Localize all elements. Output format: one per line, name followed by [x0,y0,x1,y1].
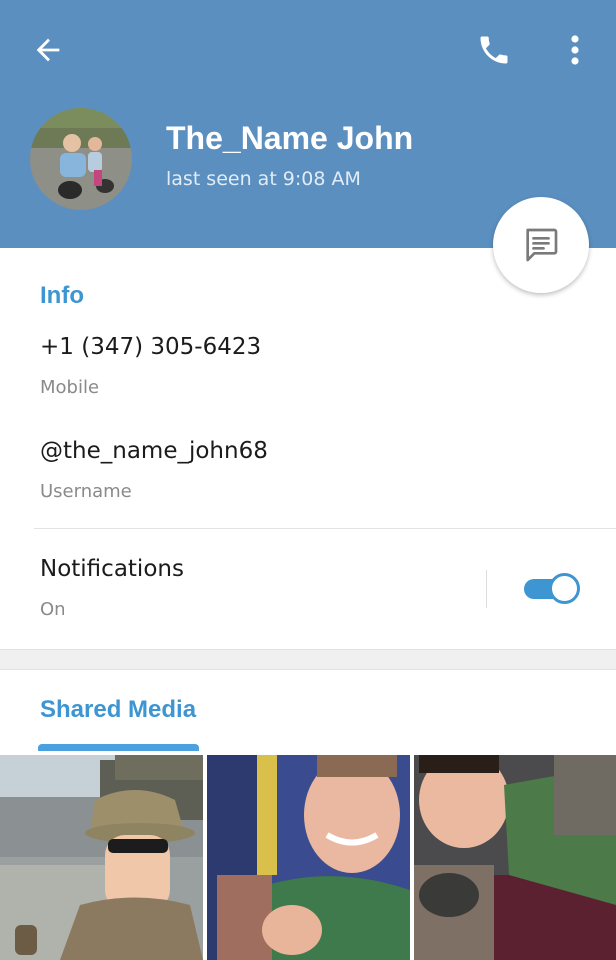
back-button[interactable] [16,26,80,74]
shared-media-grid [0,755,616,960]
avatar-photo [30,108,132,210]
tab-indicator [38,744,199,751]
more-options-button[interactable] [552,26,598,74]
arrow-left-icon [36,38,60,62]
media-thumb-3[interactable] [414,755,616,960]
more-vertical-icon [571,35,579,65]
notifications-title: Notifications [40,556,184,582]
phone-number[interactable]: +1 (347) 305-6423 [40,334,261,360]
divider [34,528,616,529]
info-section-title: Info [40,282,84,309]
toggle-knob [549,573,580,604]
last-seen-status: last seen at 9:08 AM [166,168,361,190]
shared-media-tab[interactable]: Shared Media [40,696,196,724]
media-thumb-2[interactable] [207,755,410,960]
avatar[interactable] [30,108,132,210]
photo-thumbnail [207,755,410,960]
call-button[interactable] [466,26,522,74]
username-label: Username [40,481,132,502]
message-button[interactable] [493,197,589,293]
phone-icon [480,36,508,64]
message-icon [526,228,558,262]
section-separator [0,649,616,670]
notifications-status: On [40,599,66,620]
username-value[interactable]: @the_name_john68 [40,438,268,464]
media-thumb-1[interactable] [0,755,203,960]
vertical-divider [486,570,487,608]
profile-name: The_Name John [166,120,414,156]
photo-thumbnail [0,755,203,960]
phone-label: Mobile [40,377,100,398]
notifications-toggle[interactable] [522,572,580,606]
photo-thumbnail [414,755,616,960]
